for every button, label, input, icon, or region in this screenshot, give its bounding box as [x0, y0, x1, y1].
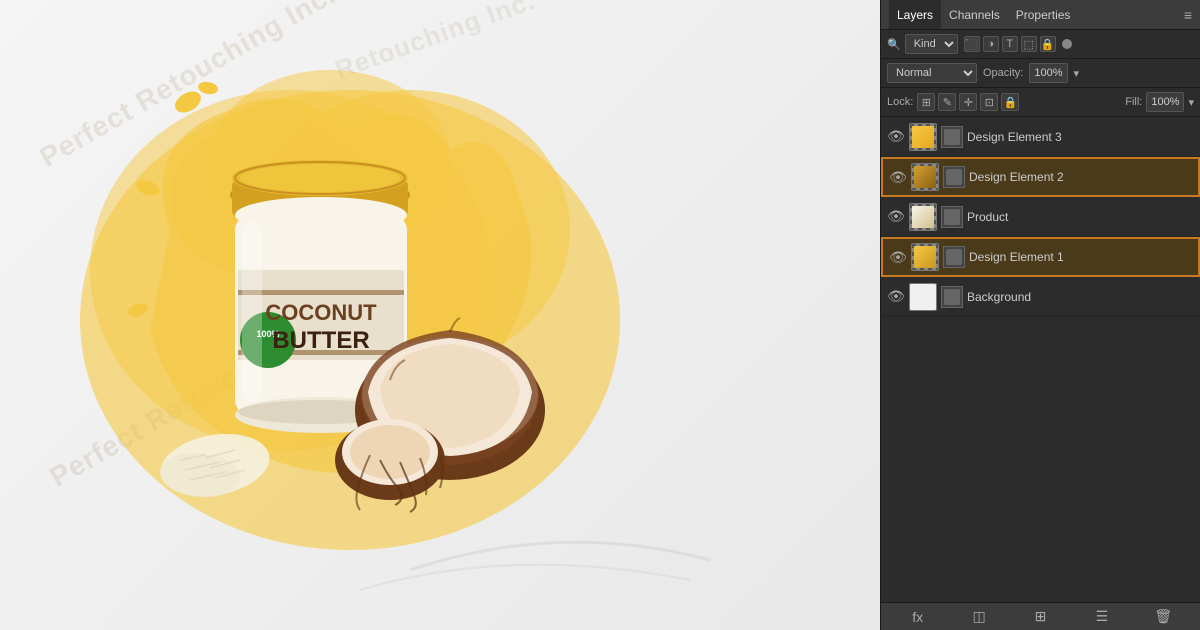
layer-item-design-element-2[interactable]: 👁 Design Element 2 [881, 157, 1200, 197]
layer-mask-background [941, 286, 963, 308]
lock-row: Lock: ⊞ ✎ ✛ ⊡ 🔒 Fill: 100% ▾ [881, 88, 1200, 117]
filter-select[interactable]: Kind [905, 34, 958, 54]
filter-smart-icon[interactable]: 🔒 [1040, 36, 1056, 52]
layer-visibility-design-element-1[interactable]: 👁 [889, 248, 907, 266]
layer-name-design-element-1: Design Element 1 [969, 250, 1192, 264]
delete-layer-icon[interactable]: 🗑 [1152, 606, 1174, 628]
blend-row: Normal Opacity: 100% ▾ [881, 59, 1200, 88]
filter-pixel-icon[interactable]: ⬛ [964, 36, 980, 52]
create-layer-icon[interactable]: ☰ [1091, 606, 1113, 628]
layer-mask-product [941, 206, 963, 228]
layer-name-background: Background [967, 290, 1194, 304]
lock-icons: ⊞ ✎ ✛ ⊡ 🔒 [917, 93, 1019, 111]
layer-mask-design-element-1 [943, 246, 965, 268]
add-adjustment-icon[interactable]: fx [907, 606, 929, 628]
svg-text:BUTTER: BUTTER [272, 327, 369, 354]
tab-properties[interactable]: Properties [1008, 0, 1079, 29]
filter-toggle-dot[interactable] [1062, 39, 1072, 49]
layer-item-design-element-1[interactable]: 👁 Design Element 1 [881, 237, 1200, 277]
layer-visibility-product[interactable]: 👁 [887, 208, 905, 226]
filter-icons: ⬛ ◑ T ⬚ 🔒 [964, 36, 1056, 52]
add-mask-icon[interactable]: ◫ [968, 606, 990, 628]
layer-visibility-background[interactable]: 👁 [887, 288, 905, 306]
layer-mask-design-element-3 [941, 126, 963, 148]
layers-list: 👁 Design Element 3 👁 Design Elem [881, 117, 1200, 602]
filter-type-icon[interactable]: T [1002, 36, 1018, 52]
layer-item-background[interactable]: 👁 Background [881, 277, 1200, 317]
lock-artboard-icon[interactable]: ⊡ [980, 93, 998, 111]
layer-thumbnail-product [909, 203, 937, 231]
layer-visibility-design-element-2[interactable]: 👁 [889, 168, 907, 186]
tab-layers[interactable]: Layers [889, 0, 941, 29]
layer-name-design-element-2: Design Element 2 [969, 170, 1192, 184]
lock-label: Lock: [887, 96, 913, 108]
opacity-value[interactable]: 100% [1029, 63, 1067, 83]
lock-paint-icon[interactable]: ✎ [938, 93, 956, 111]
blend-mode-select[interactable]: Normal [887, 63, 977, 83]
layer-item-product[interactable]: 👁 Product [881, 197, 1200, 237]
lock-all-icon[interactable]: 🔒 [1001, 93, 1019, 111]
layer-mask-design-element-2 [943, 166, 965, 188]
panel-tabs-bar: Layers Channels Properties ≡ [881, 0, 1200, 30]
layer-name-product: Product [967, 210, 1194, 224]
layer-thumbnail-design-element-3 [909, 123, 937, 151]
filter-shape-icon[interactable]: ⬚ [1021, 36, 1037, 52]
layer-visibility-design-element-3[interactable]: 👁 [887, 128, 905, 146]
filter-row: 🔍 Kind ⬛ ◑ T ⬚ 🔒 [881, 30, 1200, 59]
layer-thumbnail-background [909, 283, 937, 311]
main-illustration: 100% COCONUT BUTTER [0, 0, 880, 630]
opacity-arrow[interactable]: ▾ [1074, 67, 1080, 80]
lock-move-icon[interactable]: ✛ [959, 93, 977, 111]
layer-name-design-element-3: Design Element 3 [967, 130, 1194, 144]
illustration-area: Perfect Retouching Inc. Perfect Retouchi… [0, 0, 880, 630]
layers-panel: Layers Channels Properties ≡ 🔍 Kind ⬛ ◑ … [880, 0, 1200, 630]
filter-label: 🔍 [887, 38, 901, 51]
filter-adjust-icon[interactable]: ◑ [983, 36, 999, 52]
layer-thumbnail-design-element-2 [911, 163, 939, 191]
lock-transparency-icon[interactable]: ⊞ [917, 93, 935, 111]
tab-channels[interactable]: Channels [941, 0, 1008, 29]
fill-value[interactable]: 100% [1146, 92, 1184, 112]
layer-item-design-element-3[interactable]: 👁 Design Element 3 [881, 117, 1200, 157]
layer-thumbnail-design-element-1 [911, 243, 939, 271]
panel-menu-icon[interactable]: ≡ [1184, 7, 1192, 23]
fill-label: Fill: [1125, 96, 1142, 108]
opacity-label: Opacity: [983, 67, 1023, 79]
svg-text:COCONUT: COCONUT [265, 300, 377, 325]
panel-bottom-toolbar: fx ◫ ⊞ ☰ 🗑 [881, 602, 1200, 630]
create-group-icon[interactable]: ⊞ [1029, 606, 1051, 628]
fill-arrow[interactable]: ▾ [1188, 96, 1194, 109]
